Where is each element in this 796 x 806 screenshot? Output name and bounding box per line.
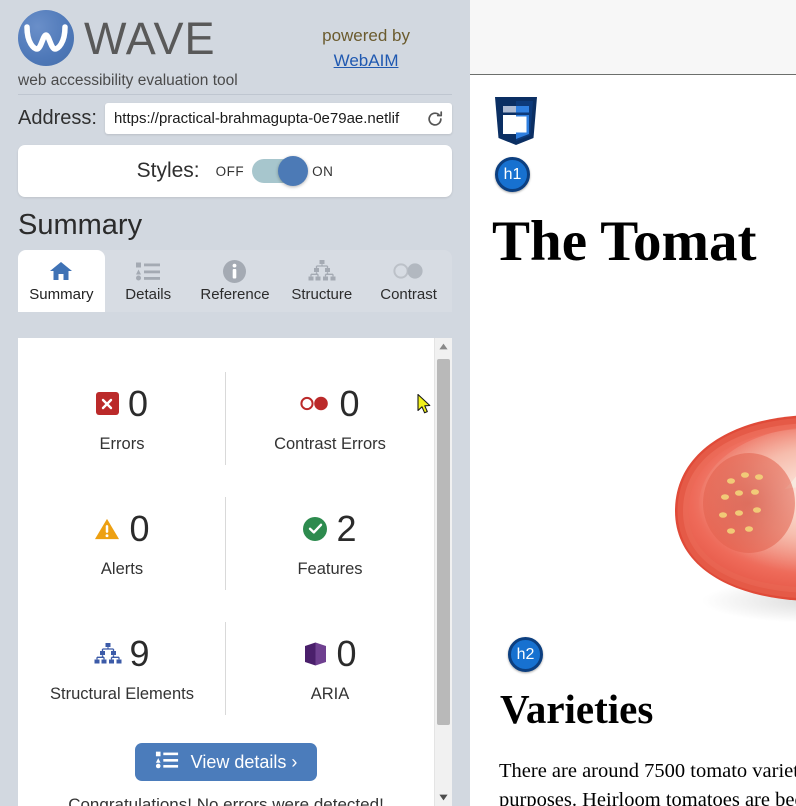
preview-h1: The Tomat xyxy=(492,210,757,273)
tab-structure-label: Structure xyxy=(291,286,353,304)
metric-alerts[interactable]: 0 Alerts xyxy=(18,481,226,606)
chevron-up-icon[interactable] xyxy=(435,338,452,355)
evaluated-page-body: h1 The Tomat h2 Varieties There are arou… xyxy=(470,75,796,806)
wave-extension-window: WAVE web accessibility evaluation tool p… xyxy=(0,0,796,806)
h2-badge-label: h2 xyxy=(508,637,543,672)
preview-h2: Varieties xyxy=(500,686,654,732)
tab-details[interactable]: Details xyxy=(105,250,192,312)
html5-document-icon[interactable] xyxy=(492,95,540,152)
contrast-icon xyxy=(392,258,425,284)
metric-aria[interactable]: 0 ARIA xyxy=(226,606,434,731)
page-preview-panel: h1 The Tomat h2 Varieties There are arou… xyxy=(470,0,796,806)
summary-results-content: 0 Errors 0 Contrast Errors 0 Alerts 2 Fe… xyxy=(18,338,434,806)
browser-toolbar xyxy=(470,0,796,75)
alert-icon xyxy=(94,517,120,541)
reload-icon[interactable] xyxy=(425,109,445,129)
wave-tagline: web accessibility evaluation tool xyxy=(18,72,238,89)
metric-features-value: 2 xyxy=(336,507,357,549)
styles-label: Styles: xyxy=(136,159,200,182)
wave-sidebar-panel: WAVE web accessibility evaluation tool p… xyxy=(0,0,470,806)
styles-toggle-knob[interactable] xyxy=(278,156,309,186)
h2-structure-badge[interactable]: h2 xyxy=(508,637,543,672)
metric-features[interactable]: 2 Features xyxy=(226,481,434,606)
metric-aria-label: ARIA xyxy=(310,684,350,703)
metric-features-label: Features xyxy=(297,559,363,578)
metric-structural-elements-value: 9 xyxy=(129,632,150,674)
tab-reference-label: Reference xyxy=(200,286,270,304)
wave-wordmark: WAVE xyxy=(84,12,216,64)
view-details-row: View details › xyxy=(18,743,434,781)
h1-structure-badge[interactable]: h1 xyxy=(495,157,530,192)
address-label: Address: xyxy=(18,107,97,129)
tab-summary-label: Summary xyxy=(29,286,94,304)
metric-aria-value: 0 xyxy=(336,632,357,674)
view-details-button[interactable]: View details › xyxy=(134,743,318,781)
metric-alerts-label: Alerts xyxy=(100,559,144,578)
wave-logo-icon xyxy=(18,10,74,66)
tab-structure[interactable]: Structure xyxy=(278,250,365,312)
home-icon xyxy=(49,258,73,284)
metric-contrast-errors-value: 0 xyxy=(339,382,360,424)
powered-by-block: powered by WebAIM xyxy=(322,24,410,73)
preview-paragraph: There are around 7500 tomato varieties g… xyxy=(499,760,796,806)
metric-errors[interactable]: 0 Errors xyxy=(18,356,226,481)
address-box[interactable] xyxy=(104,103,452,134)
page-title: Summary xyxy=(18,209,143,241)
status-message: Congratulations! No errors were detected… xyxy=(68,795,384,806)
styles-toggle-switch[interactable] xyxy=(252,156,309,186)
address-input[interactable] xyxy=(111,109,421,128)
sitemap-icon xyxy=(308,258,336,284)
styles-off-label: OFF xyxy=(215,163,245,179)
tab-contrast[interactable]: Contrast xyxy=(365,250,452,312)
structure-icon xyxy=(94,642,122,666)
styles-toggle-card: Styles: OFF ON xyxy=(18,145,452,197)
styles-on-label: ON xyxy=(312,163,334,179)
contrast-errors-icon xyxy=(300,395,330,412)
aria-icon xyxy=(303,641,327,666)
error-icon xyxy=(95,392,119,415)
tab-bar: Summary Details Reference Structure Cont… xyxy=(18,249,452,312)
tab-summary[interactable]: Summary xyxy=(18,249,105,312)
tab-contrast-label: Contrast xyxy=(380,286,437,304)
metrics-grid: 0 Errors 0 Contrast Errors 0 Alerts 2 Fe… xyxy=(18,356,434,731)
metric-errors-value: 0 xyxy=(127,382,149,424)
header-divider xyxy=(18,94,452,95)
list-icon xyxy=(135,258,161,284)
metric-contrast-errors-label: Contrast Errors xyxy=(274,434,386,453)
summary-results-panel: 0 Errors 0 Contrast Errors 0 Alerts 2 Fe… xyxy=(18,338,452,806)
tomato-image xyxy=(645,393,796,643)
tab-details-label: Details xyxy=(125,286,172,304)
address-row: Address: xyxy=(0,94,470,134)
view-details-button-label: View details › xyxy=(190,751,298,772)
results-scrollbar[interactable] xyxy=(434,338,452,806)
powered-by-label: powered by xyxy=(322,26,410,45)
metric-errors-label: Errors xyxy=(99,434,145,453)
h1-badge-label: h1 xyxy=(495,157,530,192)
metric-structural-elements[interactable]: 9 Structural Elements xyxy=(18,606,226,731)
tab-reference[interactable]: Reference xyxy=(192,250,279,312)
chevron-down-icon[interactable] xyxy=(435,789,452,806)
webaim-link[interactable]: WebAIM xyxy=(322,49,410,74)
metric-alerts-value: 0 xyxy=(129,507,150,549)
scrollbar-thumb[interactable] xyxy=(437,359,450,725)
list-icon xyxy=(155,750,179,774)
feature-icon xyxy=(303,516,328,541)
metric-contrast-errors[interactable]: 0 Contrast Errors xyxy=(226,356,434,481)
wave-header: WAVE web accessibility evaluation tool p… xyxy=(0,0,470,95)
metric-structural-elements-label: Structural Elements xyxy=(50,684,194,703)
info-icon xyxy=(222,258,247,284)
